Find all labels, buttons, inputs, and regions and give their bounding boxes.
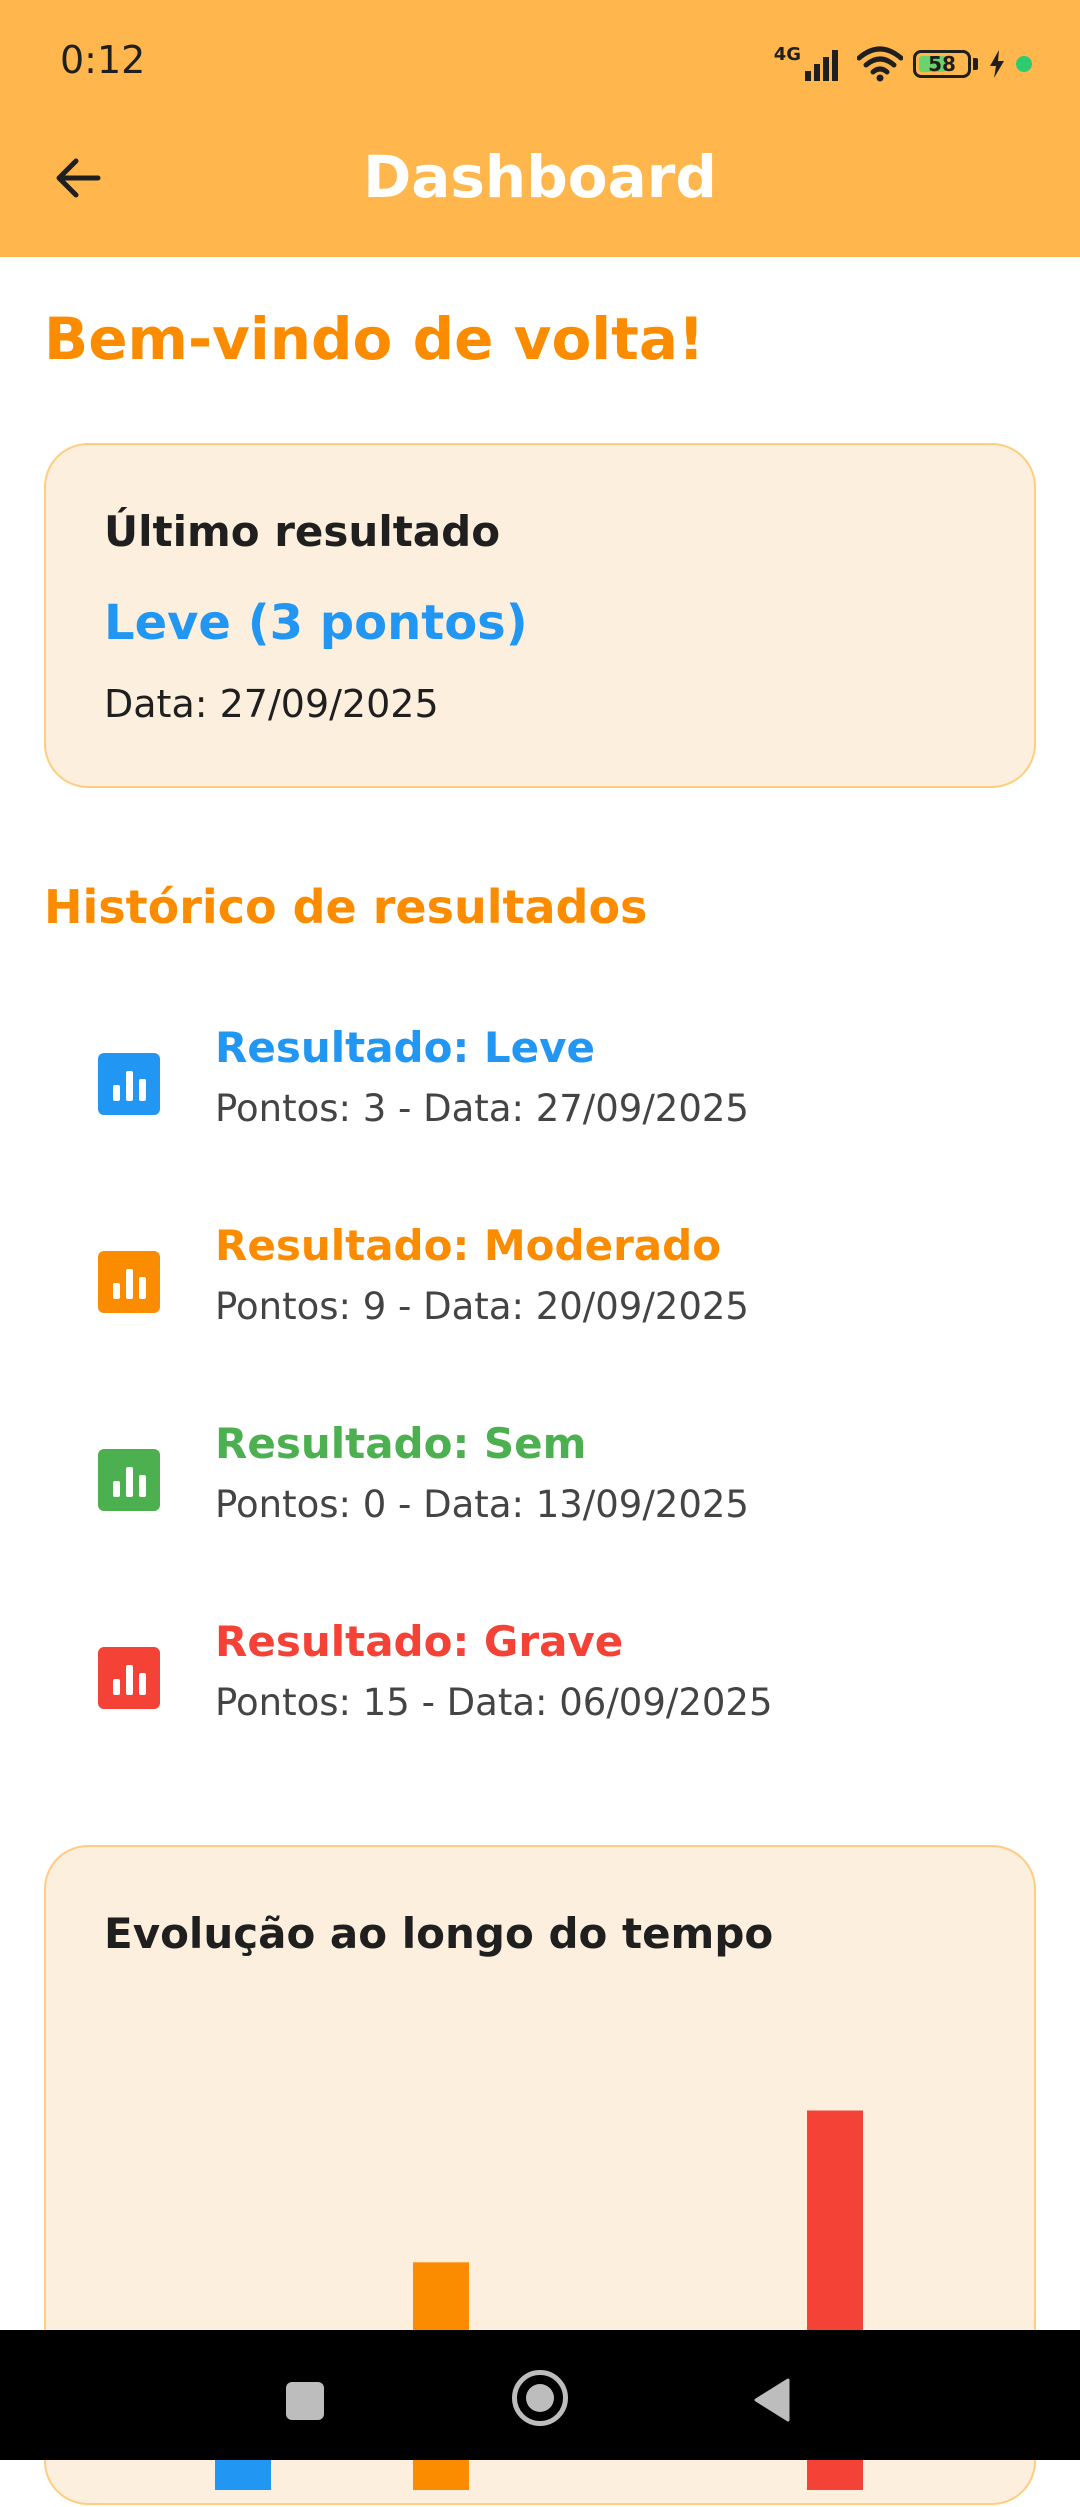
- history-list-item[interactable]: Resultado: Sem Pontos: 0 - Data: 13/09/20…: [0, 1411, 1080, 1591]
- battery-tip: [973, 58, 978, 70]
- history-item-subtitle: Pontos: 15 - Data: 06/09/2025: [215, 1681, 773, 1724]
- history-list-item[interactable]: Resultado: Leve Pontos: 3 - Data: 27/09/2…: [0, 1015, 1080, 1195]
- system-nav-bar: [0, 2330, 1080, 2460]
- bar-chart-icon: [98, 1647, 160, 1709]
- page-title: Dashboard: [363, 143, 717, 211]
- status-time: 0:12: [60, 38, 146, 82]
- welcome-heading: Bem-vindo de volta!: [44, 305, 705, 373]
- bar-chart-icon: [98, 1251, 160, 1313]
- battery-icon: 58: [913, 50, 971, 78]
- history-item-title: Resultado: Leve: [215, 1023, 595, 1072]
- history-item-subtitle: Pontos: 0 - Data: 13/09/2025: [215, 1483, 749, 1526]
- bar-chart-icon: [98, 1053, 160, 1115]
- privacy-indicator-dot: [1016, 56, 1032, 72]
- history-list-item[interactable]: Resultado: Grave Pontos: 15 - Data: 06/09…: [0, 1609, 1080, 1789]
- last-result-value: Leve (3 pontos): [104, 595, 528, 651]
- last-result-card: Último resultado Leve (3 pontos) Data: 2…: [44, 443, 1036, 788]
- wifi-icon: [857, 46, 903, 82]
- charging-icon: [990, 50, 1004, 78]
- history-item-subtitle: Pontos: 3 - Data: 27/09/2025: [215, 1087, 749, 1130]
- history-item-title: Resultado: Sem: [215, 1419, 587, 1468]
- last-result-title: Último resultado: [104, 507, 501, 556]
- back-icon[interactable]: [752, 2378, 792, 2422]
- history-item-subtitle: Pontos: 9 - Data: 20/09/2025: [215, 1285, 749, 1328]
- history-section-title: Histórico de resultados: [44, 880, 648, 934]
- history-list-item[interactable]: Resultado: Moderado Pontos: 9 - Data: 20/…: [0, 1213, 1080, 1393]
- recent-apps-icon[interactable]: [286, 2382, 324, 2420]
- battery-percent: 58: [928, 52, 956, 76]
- status-icons: 4G 58: [774, 38, 1032, 90]
- last-result-date: Data: 27/09/2025: [104, 682, 439, 726]
- network-type-label: 4G: [773, 43, 801, 65]
- history-item-title: Resultado: Grave: [215, 1617, 624, 1666]
- signal-icon: [805, 50, 838, 81]
- app-bar: 0:12 4G 58 Dashboard: [0, 0, 1080, 257]
- home-icon[interactable]: [512, 2370, 568, 2426]
- bar-chart-icon: [98, 1449, 160, 1511]
- history-item-title: Resultado: Moderado: [215, 1221, 722, 1270]
